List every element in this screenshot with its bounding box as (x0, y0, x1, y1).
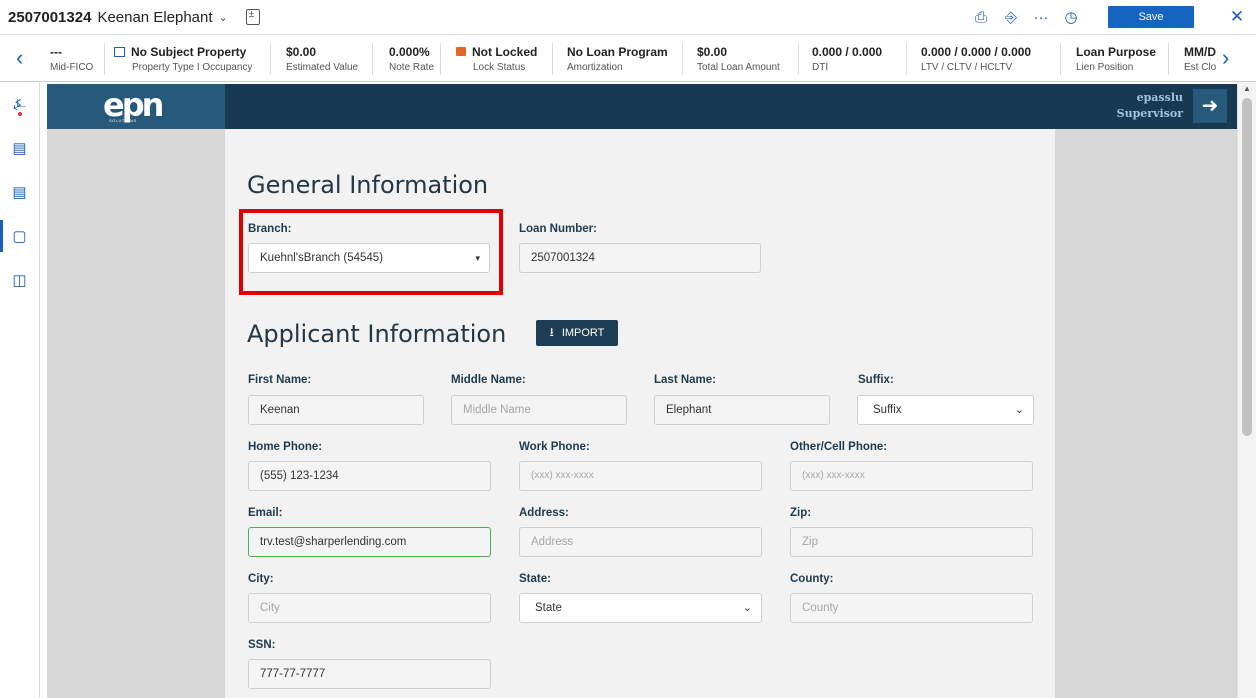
metric-total-loan-amount: $0.00 Total Loan Amount (697, 45, 780, 73)
logout-icon[interactable]: ➜ (1193, 89, 1227, 123)
scroll-thumb[interactable] (1242, 98, 1252, 436)
loan-number-title: 2507001324 (8, 8, 92, 26)
zip-field[interactable]: Zip (790, 527, 1033, 557)
notification-dot (18, 112, 22, 116)
more-icon[interactable]: ··· (1026, 9, 1056, 26)
divider (682, 43, 683, 75)
list-icon: ▤ (12, 140, 27, 157)
rail-item-plugins[interactable]: ▢ (0, 214, 39, 258)
email-field[interactable]: trv.test@sharperlending.com (248, 527, 491, 557)
ssn-label: SSN: (248, 639, 276, 651)
scroll-up-icon[interactable]: ▲ (1243, 84, 1251, 93)
city-label: City: (248, 573, 274, 585)
divider (1060, 43, 1061, 75)
highlight-box (239, 209, 503, 295)
metric-note-rate: 0.000% Note Rate (389, 45, 435, 73)
title-bar-actions: ⎙ ⎆ ··· ◷ Save ✕ (966, 0, 1256, 34)
chevron-down-icon[interactable]: ⌄ (219, 11, 228, 24)
suffix-select[interactable]: Suffix ⌄ (857, 395, 1034, 425)
loan-number-label: Loan Number: (519, 223, 597, 235)
house-icon (114, 47, 125, 57)
close-icon[interactable]: ✕ (1218, 7, 1256, 27)
user-name: epasslu (1136, 91, 1183, 104)
import-button[interactable]: ⭳ IMPORT (536, 320, 618, 346)
plugin-icon: ▢ (12, 228, 27, 245)
cell-phone-field[interactable]: (xxx) xxx-xxxx (790, 461, 1033, 491)
first-name-field[interactable]: Keenan (248, 395, 424, 425)
home-phone-label: Home Phone: (248, 441, 323, 453)
metric-dti: 0.000 / 0.000 DTI (812, 45, 883, 73)
embedded-app: epn SOLUTIONS epasslu Supervisor ➜ Gener… (47, 84, 1237, 698)
chevron-down-icon: ⌄ (1014, 404, 1024, 416)
clock-icon[interactable]: ◷ (1056, 8, 1086, 26)
rail-item-documents[interactable]: ▤ (0, 170, 39, 214)
cell-phone-label: Other/Cell Phone: (790, 441, 888, 453)
email-label: Email: (248, 507, 283, 519)
general-info-title: General Information (247, 171, 489, 199)
rail-item-notifications[interactable]: ⍼ (0, 82, 39, 126)
work-phone-label: Work Phone: (519, 441, 590, 453)
bell-icon[interactable]: ⎆ (996, 9, 1026, 26)
zip-label: Zip: (790, 507, 812, 519)
save-button[interactable]: Save (1108, 6, 1194, 28)
user-role: Supervisor (1116, 107, 1183, 120)
title-bar: 2507001324 Keenan Elephant ⌄ ⎙ ⎆ ··· ◷ S… (0, 0, 1256, 34)
city-field[interactable]: City (248, 593, 491, 623)
metric-loan-program: No Loan Program Amortization (567, 45, 668, 73)
middle-name-field[interactable]: Middle Name (451, 395, 627, 425)
chevron-right-icon[interactable]: › (1222, 45, 1229, 71)
divider (440, 43, 441, 75)
metric-ltv: 0.000 / 0.000 / 0.000 LTV / CLTV / HCLTV (921, 45, 1032, 73)
last-name-field[interactable]: Elephant (654, 395, 830, 425)
loan-summary-strip: ‹ --- Mid-FICO No Subject Property Prope… (0, 34, 1256, 82)
work-phone-field[interactable]: (xxx) xxx-xxxx (519, 461, 762, 491)
metric-loan-purpose: Loan Purpose Lien Position (1076, 45, 1157, 73)
metric-property-type: No Subject Property Property Type I Occu… (114, 45, 252, 73)
divider (798, 43, 799, 75)
divider (372, 43, 373, 75)
first-name-label: First Name: (248, 374, 312, 386)
scrollbar[interactable]: ▲ (1237, 82, 1256, 698)
rail-item-briefcase[interactable]: ◫ (0, 258, 39, 302)
last-name-label: Last Name: (654, 374, 716, 386)
chevron-down-icon: ⌄ (742, 602, 752, 614)
divider (104, 43, 105, 75)
metric-est-closing: MM/D Est Clo (1184, 45, 1217, 73)
borrower-name[interactable]: Keenan Elephant (97, 9, 212, 26)
middle-name-label: Middle Name: (451, 374, 526, 386)
briefcase-icon: ◫ (12, 272, 27, 289)
state-select[interactable]: State ⌄ (519, 593, 762, 623)
download-icon: ⭳ (549, 324, 554, 339)
divider (906, 43, 907, 75)
ssn-field[interactable]: 777-77-7777 (248, 659, 491, 689)
user-info: epasslu Supervisor (1117, 90, 1183, 122)
rail-item-forms[interactable]: ▤ (0, 126, 39, 170)
state-label: State: (519, 573, 551, 585)
address-label: Address: (519, 507, 569, 519)
bell-icon: ⍼ (12, 95, 27, 113)
home-phone-field[interactable]: (555) 123-1234 (248, 461, 491, 491)
divider (1168, 43, 1169, 75)
loan-number-field[interactable]: 2507001324 (519, 243, 761, 273)
applicant-info-title: Applicant Information (247, 320, 507, 348)
chevron-left-icon[interactable]: ‹ (16, 45, 23, 71)
suffix-label: Suffix: (858, 374, 894, 386)
divider (552, 43, 553, 75)
metric-lock-status: Not Locked Lock Status (456, 45, 537, 73)
document-icon: ▤ (12, 184, 27, 201)
metric-estimated-value: $0.00 Estimated Value (286, 45, 359, 73)
lock-icon (456, 47, 466, 56)
county-field[interactable]: County (790, 593, 1033, 623)
metric-mid-fico: --- Mid-FICO (50, 45, 94, 73)
app-header: epn SOLUTIONS epasslu Supervisor ➜ (47, 84, 1237, 129)
county-label: County: (790, 573, 834, 585)
document-icon[interactable] (245, 9, 260, 25)
print-icon[interactable]: ⎙ (966, 9, 996, 26)
left-rail: ⍼ ▤ ▤ ▢ ◫ (0, 82, 40, 698)
address-field[interactable]: Address (519, 527, 762, 557)
epn-logo: epn SOLUTIONS (47, 84, 225, 129)
divider (270, 43, 271, 75)
form-panel: General Information Branch: Kuehnl'sBran… (225, 129, 1055, 698)
